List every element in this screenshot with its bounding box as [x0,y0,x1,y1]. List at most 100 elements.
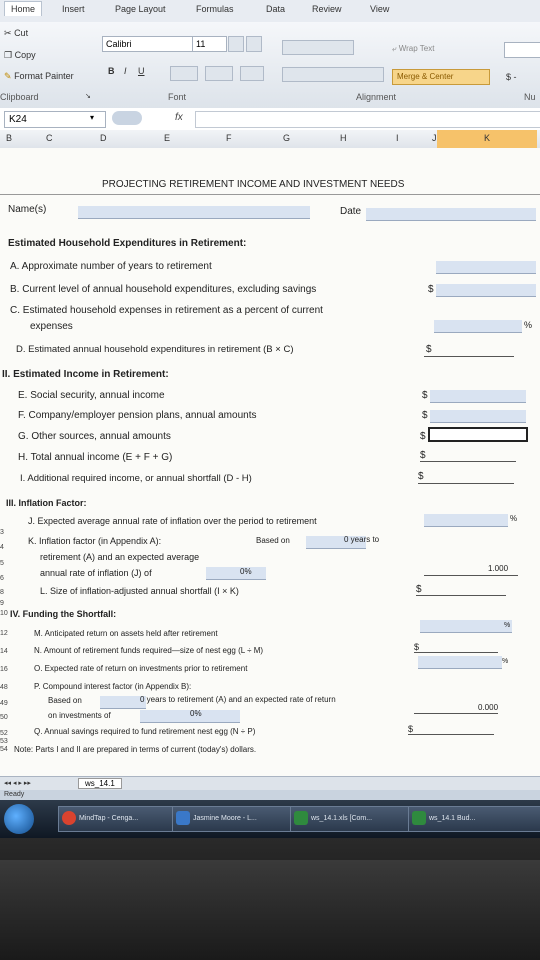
format-painter-button[interactable]: ✎ Format Painter [4,71,74,82]
inflation-rate-cell[interactable] [206,567,266,580]
input-c[interactable] [434,320,522,333]
dollar-sign: $ [426,344,432,355]
row-number[interactable]: 10 [0,610,8,617]
row-number[interactable]: 3 [0,529,4,536]
line-b: B. Current level of annual household exp… [10,284,317,295]
dollar-sign: $ [414,642,420,652]
grow-font-icon[interactable] [228,36,244,52]
font-color-icon[interactable] [240,66,264,81]
inflation-rate-value: 0% [240,567,252,576]
column-header[interactable]: F [226,133,232,143]
row-number[interactable]: 9 [0,600,4,607]
align-left-icon[interactable] [282,67,384,82]
currency-button[interactable]: $ - [506,72,517,82]
clipboard-launcher-icon[interactable]: ↘ [85,92,91,100]
borders-icon[interactable] [170,66,198,81]
input-o[interactable] [418,656,502,669]
row-number[interactable]: 5 [0,560,4,567]
row-number[interactable]: 50 [0,714,8,721]
column-header[interactable]: K [484,133,490,143]
number-group-label: Nu [524,92,536,102]
sheet-tab-ws14-1[interactable]: ws_14.1 [78,778,122,789]
fill-color-icon[interactable] [205,66,233,81]
column-header[interactable]: D [100,133,107,143]
column-header[interactable]: I [396,133,399,143]
input-f[interactable] [430,410,526,423]
input-a[interactable] [436,261,536,274]
note-text: Note: Parts I and II are prepared in ter… [14,745,257,754]
ribbon: ✂ Cut ❐ Copy ✎ Format Painter Clipboard … [0,22,540,109]
windows-start-icon[interactable] [4,804,34,834]
p-years-label: 0 years to retirement (A) and an expecte… [140,695,336,704]
based-on-label: Based on [48,696,82,705]
bold-button[interactable]: B [108,66,115,76]
column-header[interactable]: C [46,133,53,143]
sheet-title: PROJECTING RETIREMENT INCOME AND INVESTM… [102,179,405,190]
fx-icon[interactable]: fx [175,112,183,123]
taskbar-item-mindtap[interactable]: MindTap - Cenga... [58,806,188,832]
wrap-text-button[interactable]: ⤶ Wrap Text [392,44,434,54]
underline-button[interactable]: U [138,66,145,76]
formula-input[interactable] [195,111,540,128]
formula-bar-cancel-icon[interactable] [112,111,142,125]
input-m[interactable] [420,620,512,633]
row-number[interactable]: 6 [0,575,4,582]
tab-page-layout[interactable]: Page Layout [115,4,166,14]
taskbar-item-email[interactable]: Jasmine Moore - L... [172,806,304,832]
column-header[interactable]: E [164,133,170,143]
column-header[interactable]: J [432,133,437,143]
italic-button[interactable]: I [124,66,127,76]
cut-button[interactable]: ✂ Cut [4,28,28,39]
tab-insert[interactable]: Insert [62,4,85,14]
row-number[interactable]: 54 [0,746,8,753]
names-input[interactable] [78,206,310,219]
chrome-icon [62,811,76,825]
percent-sign: % [510,514,518,523]
line-c: C. Estimated household expenses in retir… [10,305,323,316]
tab-formulas[interactable]: Formulas [196,4,234,14]
worksheet[interactable]: PROJECTING RETIREMENT INCOME AND INVESTM… [0,148,540,798]
section-2-heading: II. Estimated Income in Retirement: [2,369,169,380]
row-number[interactable]: 14 [0,648,8,655]
align-top-icon[interactable] [282,40,354,55]
taskbar-item-excel-2[interactable]: ws_14.1 Bud... [408,806,540,832]
column-headers: B C D E F G H I J K [0,130,540,149]
row-number[interactable]: 52 [0,730,8,737]
taskbar-item-excel[interactable]: ws_14.1.xls [Com... [290,806,422,832]
wrap-text-icon: ⤶ [392,44,397,53]
copy-button[interactable]: ❐ Copy [4,50,36,61]
dollar-sign: $ [428,284,434,295]
line-h: H. Total annual income (E + F + G) [18,452,173,463]
input-e[interactable] [430,390,526,403]
column-header[interactable]: H [340,133,347,143]
line-l: L. Size of inflation-adjusted annual sho… [40,586,239,596]
number-format-box[interactable] [504,42,540,58]
dollar-sign: $ [422,390,428,401]
row-number[interactable]: 4 [0,544,4,551]
wrap-text-label: Wrap Text [398,44,435,53]
tab-view[interactable]: View [370,4,389,14]
font-name-box[interactable]: Calibri [102,36,195,52]
row-number[interactable]: 8 [0,589,4,596]
row-number[interactable]: 53 [0,738,8,745]
tab-home[interactable]: Home [4,1,43,16]
shrink-font-icon[interactable] [246,36,262,52]
row-number[interactable]: 16 [0,666,8,673]
row-number[interactable]: 12 [0,630,8,637]
font-size-box[interactable]: 11 [192,36,227,52]
column-header[interactable]: G [283,133,290,143]
merge-center-button[interactable]: Merge & Center [392,69,490,85]
cut-label: Cut [14,28,29,38]
column-header[interactable]: B [6,133,12,143]
selected-cell-k24[interactable] [428,427,528,442]
input-j[interactable] [424,514,508,527]
tab-review[interactable]: Review [312,4,342,14]
date-input[interactable] [366,208,536,221]
sheet-nav-arrows-icon[interactable]: ◂◂ ◂ ▸ ▸▸ [4,779,31,787]
row-number[interactable]: 48 [0,684,8,691]
section-3-heading: III. Inflation Factor: [6,498,87,508]
tab-data[interactable]: Data [266,4,285,14]
name-box-dropdown-icon[interactable]: ▾ [90,113,94,122]
input-b[interactable] [436,284,536,297]
row-number[interactable]: 49 [0,700,8,707]
